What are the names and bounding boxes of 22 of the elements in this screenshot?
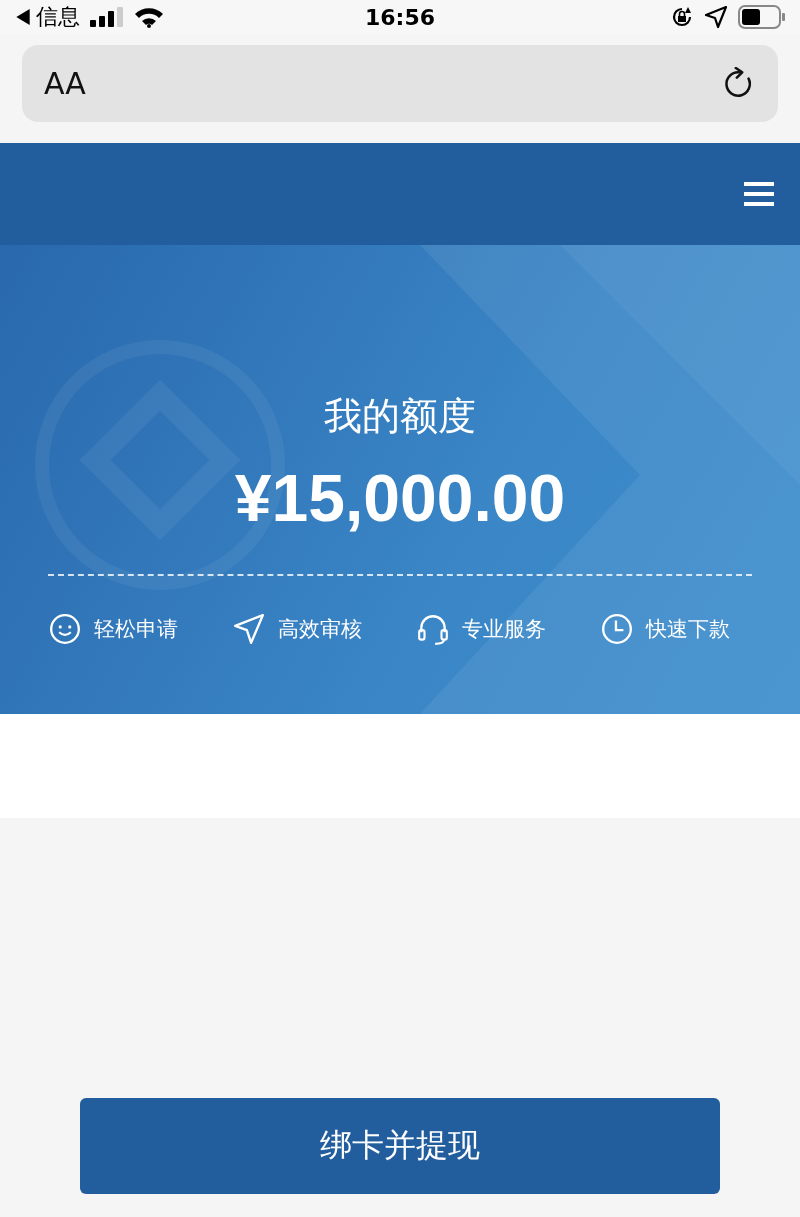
credit-amount: ¥15,000.00: [234, 460, 566, 536]
back-link[interactable]: 信息: [16, 2, 80, 32]
smiley-icon: [48, 612, 82, 646]
clock-time: 16:56: [365, 4, 435, 30]
wifi-icon: [134, 6, 164, 28]
battery-icon: [738, 5, 786, 29]
headset-icon: [416, 612, 450, 646]
feature-label: 高效审核: [278, 616, 362, 643]
feature-label: 快速下款: [646, 616, 730, 643]
text-size-button[interactable]: AA: [44, 66, 86, 101]
send-arrow-icon: [232, 612, 266, 646]
back-arrow-icon: [16, 9, 30, 25]
rotation-lock-icon: [670, 5, 694, 29]
bind-card-button[interactable]: 绑卡并提现: [80, 1098, 720, 1194]
menu-icon[interactable]: [744, 182, 774, 206]
signal-icon: [90, 7, 124, 27]
feature-label: 专业服务: [462, 616, 546, 643]
location-arrow-icon: [704, 5, 728, 29]
feature-label: 轻松申请: [94, 616, 178, 643]
address-bar[interactable]: AA: [22, 45, 778, 122]
clock-icon: [600, 612, 634, 646]
credit-title: 我的额度: [324, 393, 476, 440]
